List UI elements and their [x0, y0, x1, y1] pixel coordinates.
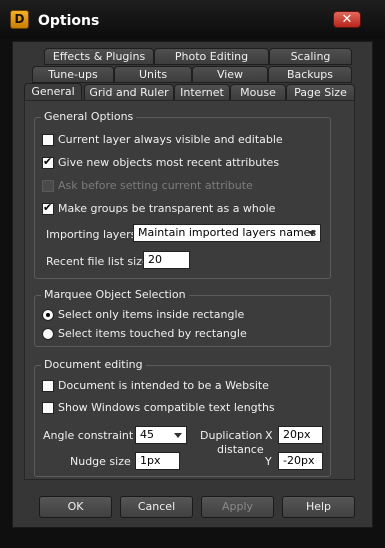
windows-compatible-label: Show Windows compatible text lengths: [58, 401, 275, 414]
dup-y-input[interactable]: -20px: [278, 452, 323, 470]
title-bar[interactable]: D Options ✕: [0, 0, 385, 38]
tab-units[interactable]: Units: [114, 66, 192, 83]
current-layer-visible-label: Current layer always visible and editabl…: [58, 133, 283, 146]
cancel-button[interactable]: Cancel: [120, 496, 193, 518]
app-icon: D: [10, 10, 29, 29]
close-button[interactable]: ✕: [333, 11, 361, 28]
chevron-down-icon: [174, 433, 182, 438]
nudge-size-label: Nudge size: [70, 455, 131, 468]
nudge-size-input[interactable]: 1px: [135, 452, 180, 470]
select-touched-label: Select items touched by rectangle: [58, 327, 247, 340]
angle-constraint-dropdown[interactable]: 45: [135, 426, 187, 444]
tab-tune-ups[interactable]: Tune-ups: [32, 66, 114, 83]
marquee-selection-title: Marquee Object Selection: [41, 288, 189, 301]
duplication-label: Duplication: [200, 429, 263, 442]
tab-general[interactable]: General: [24, 83, 82, 101]
window-title: Options: [38, 13, 100, 29]
website-label: Document is intended to be a Website: [58, 379, 269, 392]
general-options-title: General Options: [41, 110, 137, 123]
select-inside-radio[interactable]: [42, 309, 54, 321]
apply-button[interactable]: Apply: [201, 496, 274, 518]
importing-layers-label: Importing layers: [46, 228, 137, 241]
ask-before-setting-checkbox[interactable]: [42, 180, 54, 192]
tab-effects-plugins[interactable]: Effects & Plugins: [44, 48, 154, 65]
angle-constraint-value: 45: [140, 428, 154, 441]
select-inside-label: Select only items inside rectangle: [58, 308, 245, 321]
distance-label: distance: [217, 443, 264, 456]
recent-file-list-input[interactable]: 20: [143, 251, 190, 269]
current-layer-visible-checkbox[interactable]: [42, 134, 54, 146]
recent-file-list-label: Recent file list size: [46, 255, 149, 268]
windows-compatible-checkbox[interactable]: [42, 402, 54, 414]
website-checkbox[interactable]: [42, 380, 54, 392]
recent-attributes-checkbox[interactable]: [42, 155, 54, 169]
tab-view[interactable]: View: [192, 66, 268, 83]
tab-scaling[interactable]: Scaling: [269, 48, 352, 65]
groups-transparent-checkbox[interactable]: [42, 201, 54, 215]
tab-page-size[interactable]: Page Size: [286, 84, 355, 101]
dup-y-label: Y: [265, 455, 272, 468]
chevron-down-icon: [308, 231, 316, 236]
importing-layers-dropdown[interactable]: Maintain imported layers names: [133, 224, 321, 242]
tab-internet[interactable]: Internet: [174, 84, 230, 101]
groups-transparent-label: Make groups be transparent as a whole: [58, 202, 276, 215]
angle-constraint-label: Angle constraint: [43, 429, 134, 442]
tab-backups[interactable]: Backups: [268, 66, 352, 83]
select-touched-radio[interactable]: [42, 328, 54, 340]
dup-x-label: X: [265, 429, 273, 442]
ask-before-setting-label: Ask before setting current attribute: [58, 179, 253, 192]
ok-button[interactable]: OK: [39, 496, 112, 518]
tab-grid-and-ruler[interactable]: Grid and Ruler: [84, 84, 174, 101]
document-editing-title: Document editing: [41, 358, 146, 371]
recent-attributes-label: Give new objects most recent attributes: [58, 156, 280, 169]
tab-photo-editing[interactable]: Photo Editing: [154, 48, 269, 65]
dup-x-input[interactable]: 20px: [278, 426, 323, 444]
importing-layers-value: Maintain imported layers names: [138, 226, 317, 239]
help-button[interactable]: Help: [282, 496, 355, 518]
tab-mouse[interactable]: Mouse: [230, 84, 286, 101]
